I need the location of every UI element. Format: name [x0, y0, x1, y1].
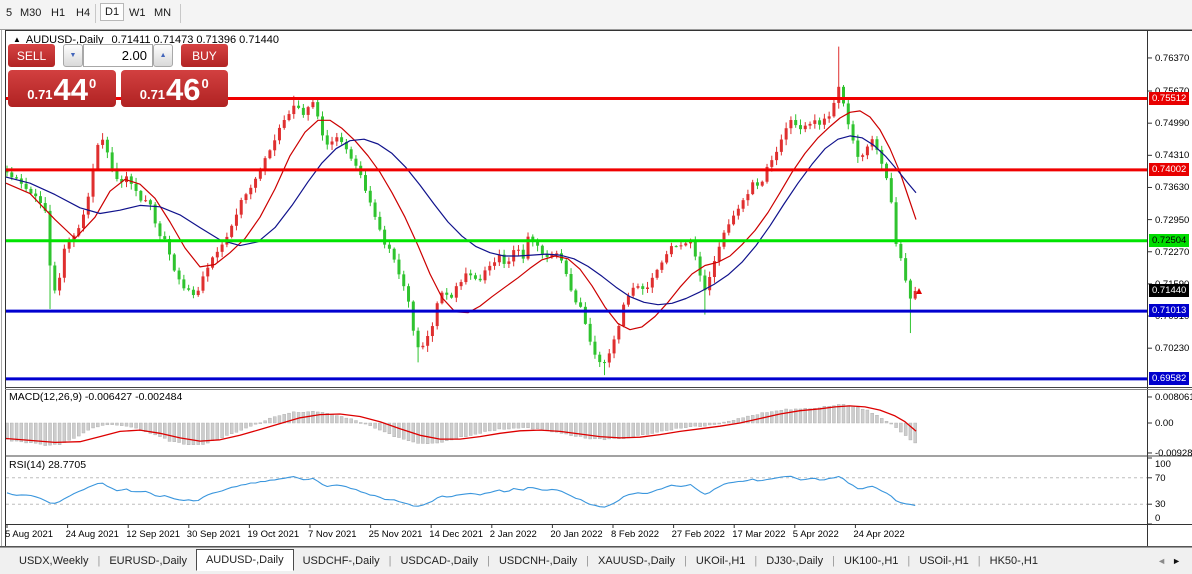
hline-price-badge: 0.69582	[1149, 371, 1190, 385]
ask-price-digits: 46	[166, 72, 201, 107]
spinner-up-icon: ▲	[159, 52, 167, 59]
bid-price-digits: 44	[53, 72, 89, 107]
tab-scroll-arrows: ◄►	[1157, 556, 1187, 566]
price-tick-label: 0.73630	[1155, 182, 1190, 194]
tab-usdx-weekly[interactable]: USDX,Weekly	[10, 552, 97, 570]
timeframe-button-h1[interactable]: H1	[47, 5, 69, 21]
tab-dj30-daily[interactable]: DJ30-,Daily	[757, 552, 832, 570]
date-label: 8 Feb 2022	[611, 529, 660, 540]
bid-price-prefix: 0.71	[27, 87, 53, 102]
macd-tick-label: 0.008061	[1155, 391, 1192, 403]
hline-price-badge: 0.75512	[1149, 91, 1190, 105]
price-tick-label: 0.76370	[1155, 52, 1190, 64]
price-tick-label: 0.74310	[1155, 150, 1190, 162]
ask-price-pip: 0	[201, 76, 209, 91]
rsi-indicator-label: RSI(14) 28.7705	[9, 459, 87, 471]
symbol-tab-bar: USDX,Weekly | EURUSD-,Daily AUDUSD-,Daily US…	[0, 547, 1192, 574]
sell-button[interactable]: SELL	[8, 44, 56, 67]
timeframe-button-5[interactable]: 5	[2, 5, 16, 21]
date-label: 25 Nov 2021	[368, 529, 423, 540]
timeframe-button-d1[interactable]: D1	[100, 3, 125, 21]
timeframe-button-w1[interactable]: W1	[125, 5, 150, 21]
date-label: 5 Apr 2022	[792, 529, 839, 540]
macd-indicator-label: MACD(12,26,9) -0.006427 -0.002484	[9, 391, 183, 403]
tab-ukoil-h1[interactable]: UKOil-,H1	[687, 552, 755, 570]
chart-window[interactable]: ▲ AUDUSD-,Daily 0.71411 0.71473 0.71396 0.…	[0, 30, 1192, 547]
price-tick-label: 0.72950	[1155, 214, 1190, 226]
last-price-badge: 0.71440	[1149, 283, 1190, 297]
volume-input[interactable]	[83, 44, 153, 67]
price-tick-label: 0.74990	[1155, 118, 1190, 130]
timeframe-button-h4[interactable]: H4	[72, 5, 94, 21]
price-tick-label: 0.70230	[1155, 343, 1190, 355]
price-tick-label: 0.72270	[1155, 246, 1190, 258]
tab-usoil-h1[interactable]: USOil-,H1	[910, 552, 978, 570]
rsi-tick-label: 70	[1155, 472, 1166, 484]
tab-xauusd-daily[interactable]: XAUUSD-,Daily	[589, 552, 684, 570]
tab-usdchf-daily[interactable]: USDCHF-,Daily	[294, 552, 389, 570]
date-label: 30 Sep 2021	[186, 529, 241, 540]
buy-button[interactable]: BUY	[180, 44, 228, 67]
sell-price-box[interactable]: 0.71 44 0	[8, 70, 116, 107]
date-label: 19 Oct 2021	[247, 529, 300, 540]
toolbar-separator	[180, 4, 181, 23]
date-label: 12 Sep 2021	[126, 529, 181, 540]
date-label: 2 Jan 2022	[489, 529, 537, 540]
hline-price-badge: 0.72504	[1149, 233, 1190, 247]
timeframe-button-m30[interactable]: M30	[16, 5, 45, 21]
macd-tick-label: -0.00928	[1155, 447, 1192, 459]
hline-price-badge: 0.71013	[1149, 304, 1190, 318]
tab-scroll-right-icon[interactable]: ►	[1172, 556, 1187, 566]
toolbar-separator	[95, 4, 96, 23]
timeframe-button-mn[interactable]: MN	[150, 5, 175, 21]
timeframe-toolbar: 5 M30 H1 H4 D1 W1 MN	[0, 0, 1192, 30]
symbol-marker-icon: ▲	[13, 35, 21, 44]
ask-price-prefix: 0.71	[139, 87, 166, 102]
rsi-tick-label: 30	[1155, 499, 1166, 511]
date-label: 20 Jan 2022	[550, 529, 603, 540]
tab-usdcnh-daily[interactable]: USDCNH-,Daily	[490, 552, 586, 570]
volume-increase-button[interactable]: ▲	[153, 44, 174, 67]
date-label: 14 Dec 2021	[429, 529, 484, 540]
date-label: 7 Nov 2021	[308, 529, 357, 540]
trading-platform-window: 5 M30 H1 H4 D1 W1 MN ▲ AUDUSD-,Daily 0.71411 0.7…	[0, 0, 1192, 574]
rsi-tick-label: 0	[1155, 513, 1161, 524]
date-label: 24 Aug 2021	[65, 529, 119, 540]
date-label: 27 Feb 2022	[671, 529, 725, 540]
tab-scroll-left-icon[interactable]: ◄	[1157, 556, 1172, 566]
spinner-down-icon: ▼	[69, 52, 77, 59]
hline-price-badge: 0.74002	[1149, 162, 1190, 176]
tab-usdcad-daily[interactable]: USDCAD-,Daily	[391, 552, 487, 570]
macd-tick-label: 0.00	[1155, 418, 1174, 429]
chart-canvas[interactable]	[0, 30, 1192, 547]
date-label: 5 Aug 2021	[5, 529, 54, 540]
tab-hk50-h1[interactable]: HK50-,H1	[981, 552, 1047, 570]
bid-price-pip: 0	[89, 76, 97, 91]
date-label: 24 Apr 2022	[853, 529, 905, 540]
tab-uk100-h1[interactable]: UK100-,H1	[835, 552, 907, 570]
one-click-trade-panel: SELL ▼ ▲ BUY 0.71 44 0 0.71 46 0	[8, 44, 228, 107]
date-label: 17 Mar 2022	[732, 529, 786, 540]
volume-decrease-button[interactable]: ▼	[62, 44, 83, 67]
buy-price-box[interactable]: 0.71 46 0	[120, 70, 228, 107]
rsi-tick-label: 100	[1155, 459, 1171, 470]
tab-audusd-daily[interactable]: AUDUSD-,Daily	[195, 548, 294, 571]
tab-eurusd-daily[interactable]: EURUSD-,Daily	[100, 552, 196, 570]
